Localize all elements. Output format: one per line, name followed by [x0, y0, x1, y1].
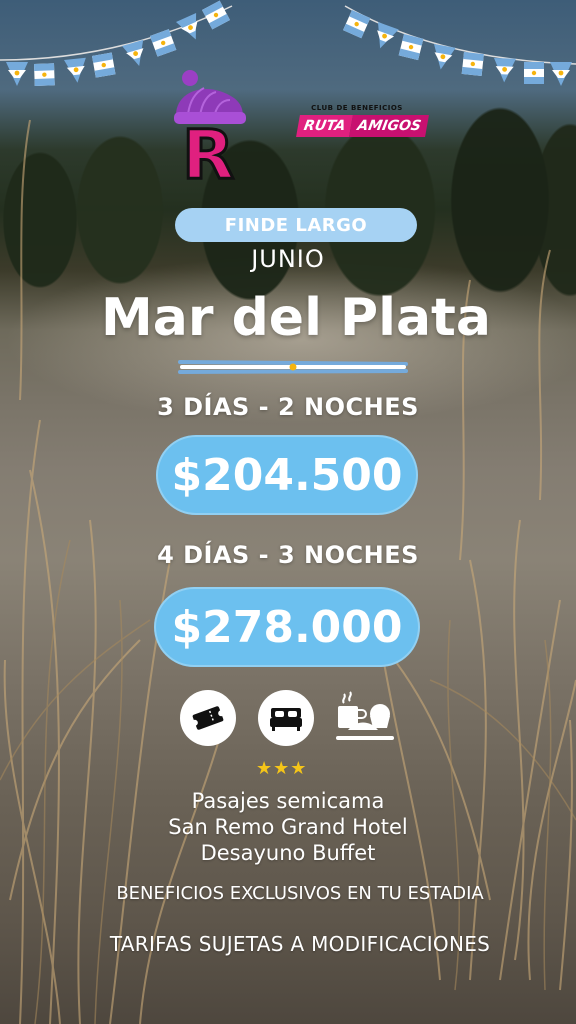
- club-name-part-1: RUTA: [296, 115, 354, 137]
- club-subtitle: CLUB DE BENEFICIOS: [311, 104, 403, 112]
- destination-title: Mar del Plata: [101, 288, 491, 348]
- amenities-icons: [180, 690, 420, 750]
- bed-icon: [258, 690, 314, 746]
- benefits-note: BENEFICIOS EXCLUSIVOS EN TU ESTADIA: [116, 883, 484, 904]
- disclaimer-note: TARIFAS SUJETAS A MODIFICACIONES: [109, 932, 491, 956]
- breakfast-icon: [334, 686, 398, 748]
- amenity-line-transport: Pasajes semicama: [191, 789, 385, 813]
- package-2-price: $278.000: [154, 587, 420, 667]
- promo-tag: FINDE LARGO: [175, 208, 417, 242]
- brand-logo-icon: R: [174, 70, 246, 186]
- package-2-duration: 4 DÍAS - 3 NOCHES: [157, 541, 419, 569]
- promo-month: JUNIO: [251, 245, 325, 273]
- promo-poster: R CLUB DE BENEFICIOS RUTA AMIGOS FINDE L…: [0, 0, 576, 1024]
- club-name-badge: RUTA AMIGOS: [296, 115, 430, 137]
- argentina-bunting: [0, 0, 576, 86]
- hotel-rating-stars: ★★★: [256, 758, 308, 779]
- club-name-part-2: AMIGOS: [349, 115, 429, 137]
- package-1-duration: 3 DÍAS - 2 NOCHES: [157, 393, 419, 421]
- argentina-flag-brushstroke: [178, 360, 408, 374]
- package-1-price: $204.500: [156, 435, 418, 515]
- ticket-icon: [180, 690, 236, 746]
- amenity-line-breakfast: Desayuno Buffet: [200, 841, 376, 865]
- logo-letter: R: [182, 116, 234, 186]
- amenity-line-hotel: San Remo Grand Hotel: [168, 815, 408, 839]
- club-logo: CLUB DE BENEFICIOS RUTA AMIGOS: [296, 104, 430, 137]
